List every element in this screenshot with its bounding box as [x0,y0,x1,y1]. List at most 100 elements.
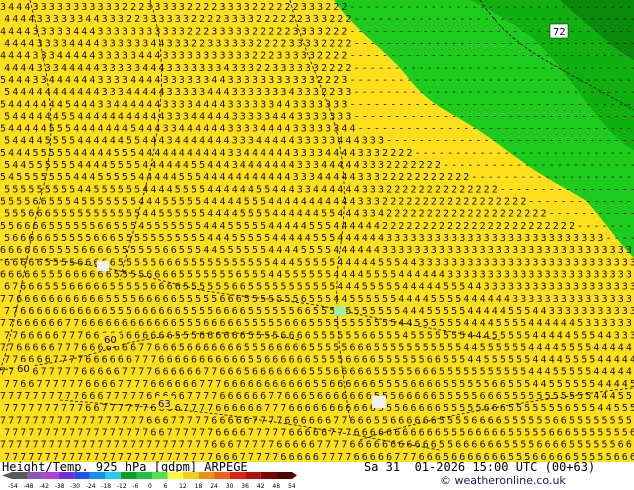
svg-text:6: 6 [85,379,91,390]
svg-text:5: 5 [516,306,522,317]
svg-text:6: 6 [41,294,47,305]
svg-text:7: 7 [73,415,79,426]
svg-text:7: 7 [49,391,55,402]
svg-text:2: 2 [553,221,559,232]
svg-text:-: - [545,172,551,183]
svg-text:-: - [467,14,473,25]
svg-text:-: - [553,2,559,13]
svg-text:-: - [557,87,563,98]
svg-text:4: 4 [378,209,384,220]
svg-text:5: 5 [321,282,327,293]
colorbar-swatch [58,472,75,479]
svg-text:-: - [439,99,445,110]
svg-text:7: 7 [195,440,201,451]
svg-text:-: - [378,111,384,122]
svg-text:7: 7 [207,379,213,390]
svg-text:4: 4 [272,184,278,195]
svg-text:-: - [350,99,356,110]
svg-text:-: - [573,111,579,122]
svg-text:-: - [614,136,620,147]
svg-text:7: 7 [126,428,132,439]
svg-text:6: 6 [191,379,197,390]
svg-text:3: 3 [102,14,108,25]
svg-text:-: - [622,209,628,220]
svg-text:5: 5 [179,342,185,353]
svg-text:7: 7 [138,415,144,426]
svg-text:6: 6 [415,391,421,402]
svg-text:6: 6 [264,355,270,366]
svg-text:5: 5 [622,428,628,439]
svg-text:5: 5 [264,306,270,317]
svg-text:3: 3 [236,2,242,13]
svg-text:6: 6 [228,318,234,329]
svg-text:-: - [496,99,502,110]
svg-text:5: 5 [309,294,315,305]
copyright-link[interactable]: © weatheronline.co.uk [440,474,566,487]
svg-text:-: - [435,87,441,98]
location-marker [334,306,346,316]
svg-text:4: 4 [427,282,433,293]
svg-text:5: 5 [504,342,510,353]
svg-text:-: - [451,14,457,25]
svg-text:5: 5 [276,294,282,305]
svg-text:5: 5 [61,209,67,220]
svg-text:5: 5 [232,233,238,244]
svg-text:-: - [480,124,486,135]
svg-text:4: 4 [325,148,331,159]
svg-text:7: 7 [244,440,250,451]
svg-text:3: 3 [37,63,43,74]
svg-text:3: 3 [69,14,75,25]
svg-text:6: 6 [321,403,327,414]
svg-text:-: - [516,111,522,122]
svg-text:-: - [476,87,482,98]
svg-text:4: 4 [354,233,360,244]
svg-text:7: 7 [61,403,67,414]
svg-text:6: 6 [171,245,177,256]
svg-text:7: 7 [345,428,351,439]
svg-text:6: 6 [45,330,51,341]
svg-text:4: 4 [171,172,177,183]
svg-text:-: - [358,26,364,37]
svg-text:5: 5 [114,270,120,281]
svg-text:4: 4 [77,160,83,171]
svg-text:6: 6 [293,367,299,378]
svg-text:4: 4 [467,306,473,317]
svg-text:6: 6 [154,342,160,353]
svg-text:3: 3 [163,75,169,86]
svg-text:5: 5 [626,391,632,402]
svg-text:3: 3 [565,257,571,268]
svg-text:4: 4 [20,14,26,25]
svg-text:-: - [402,111,408,122]
svg-text:3: 3 [171,124,177,135]
svg-text:6: 6 [427,403,433,414]
svg-text:5: 5 [459,428,465,439]
svg-text:5: 5 [378,355,384,366]
svg-text:2: 2 [447,172,453,183]
svg-text:6: 6 [171,367,177,378]
svg-text:4: 4 [94,63,100,74]
svg-text:4: 4 [532,379,538,390]
svg-text:4: 4 [285,172,291,183]
svg-text:6: 6 [16,221,22,232]
svg-text:4: 4 [402,282,408,293]
svg-text:2: 2 [325,2,331,13]
svg-text:-: - [585,124,591,135]
svg-text:-: - [545,99,551,110]
svg-text:6: 6 [427,428,433,439]
svg-text:3: 3 [561,245,567,256]
svg-text:-: - [402,39,408,50]
svg-text:-: - [415,51,421,62]
svg-text:-: - [427,87,433,98]
svg-text:3: 3 [215,39,221,50]
svg-text:-: - [602,51,608,62]
svg-text:2: 2 [333,26,339,37]
svg-text:-: - [455,148,461,159]
svg-text:6: 6 [33,367,39,378]
svg-text:4: 4 [207,209,213,220]
svg-text:7: 7 [256,452,262,462]
svg-text:3: 3 [366,172,372,183]
svg-text:4: 4 [138,148,144,159]
svg-text:3: 3 [606,306,612,317]
svg-text:6: 6 [305,330,311,341]
svg-text:4: 4 [528,342,534,353]
